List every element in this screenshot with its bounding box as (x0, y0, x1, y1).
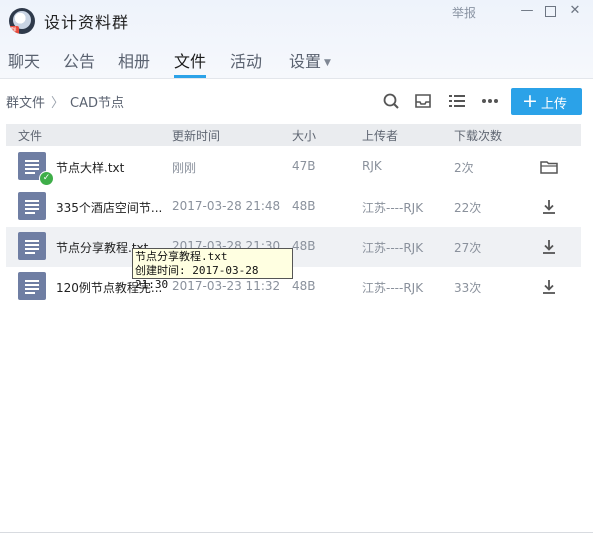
file-time: 2017-03-28 21:48 (172, 199, 281, 213)
tab-announcement[interactable]: 公告 (63, 48, 95, 78)
breadcrumb-separator: 〉 (51, 96, 65, 111)
file-downloads: 33次 (454, 281, 482, 295)
maximize-button[interactable] (541, 3, 559, 19)
header-time[interactable]: 更新时间 (172, 127, 220, 144)
breadcrumb-current: CAD节点 (70, 96, 125, 111)
close-button[interactable]: ✕ (566, 3, 584, 19)
header-name[interactable]: 文件 (18, 127, 42, 144)
tab-label: 设置 (289, 52, 322, 71)
download-icon[interactable] (540, 238, 558, 256)
file-tooltip: 节点分享教程.txt 创建时间: 2017-03-28 21:30 (132, 248, 293, 291)
file-downloads: 27次 (454, 241, 482, 255)
tab-settings[interactable]: 设置 ▼ (289, 48, 331, 78)
table-row[interactable]: 节点分享教程.txt 2017-03-28 21:30 48B 江苏----RJ… (6, 227, 581, 267)
header-downloads[interactable]: 下载次数 (454, 127, 502, 144)
tab-label: 活动 (230, 52, 263, 71)
file-size: 48B (292, 239, 316, 253)
list-view-icon[interactable] (447, 91, 467, 111)
group-badge: 群 (9, 26, 19, 34)
header-size[interactable]: 大小 (292, 127, 316, 144)
download-icon[interactable] (540, 198, 558, 216)
text-file-icon (18, 192, 46, 220)
header-uploader[interactable]: 上传者 (362, 127, 398, 144)
file-uploader: 江苏----RJK (362, 241, 424, 255)
file-name[interactable]: 335个酒店空间节... (56, 199, 162, 216)
group-avatar[interactable]: 群 (9, 8, 35, 34)
file-time: 刚刚 (172, 161, 197, 175)
plus-icon: + (522, 90, 538, 112)
file-size: 47B (292, 159, 316, 173)
file-downloads: 2次 (454, 161, 474, 175)
table-row[interactable]: ✓ 节点大样.txt 刚刚 47B RJK 2次 (6, 147, 581, 187)
more-icon[interactable] (480, 91, 500, 111)
tab-label: 公告 (63, 52, 96, 71)
minimize-button[interactable]: — (518, 3, 536, 19)
bottom-divider (0, 532, 593, 533)
inbox-icon[interactable] (413, 91, 433, 111)
report-link[interactable]: 举报 (452, 4, 476, 21)
file-size: 48B (292, 199, 316, 213)
tooltip-created-time: 创建时间: 2017-03-28 21:30 (135, 264, 259, 291)
upload-button[interactable]: + 上传 (511, 88, 582, 115)
tooltip-filename: 节点分享教程.txt (135, 250, 228, 263)
tab-label: 文件 (174, 52, 207, 71)
folder-icon[interactable] (540, 158, 558, 176)
breadcrumb: 群文件〉 CAD节点 (6, 92, 124, 111)
search-icon[interactable] (381, 91, 401, 111)
upload-label: 上传 (541, 97, 568, 112)
upload-success-icon: ✓ (39, 171, 54, 186)
tab-chat[interactable]: 聊天 (8, 48, 40, 78)
text-file-icon (18, 272, 46, 300)
file-uploader: 江苏----RJK (362, 201, 424, 215)
caret-down-icon: ▼ (324, 58, 331, 68)
file-uploader: RJK (362, 159, 382, 173)
download-icon[interactable] (540, 278, 558, 296)
tab-album[interactable]: 相册 (118, 48, 150, 78)
title-bar: 群 设计资料群 举报 — ✕ 聊天 公告 相册 文件 活动 设置 ▼ (0, 0, 593, 79)
file-size: 48B (292, 279, 316, 293)
group-title: 设计资料群 (44, 13, 130, 32)
breadcrumb-root[interactable]: 群文件 (6, 96, 45, 111)
table-row[interactable]: 120例节点教程完... 2017-03-23 11:32 48B 江苏----… (6, 267, 581, 307)
maximize-icon (544, 6, 556, 17)
file-name[interactable]: 节点大样.txt (56, 159, 124, 176)
file-uploader: 江苏----RJK (362, 281, 424, 295)
tab-files[interactable]: 文件 (174, 48, 207, 78)
text-file-icon (18, 232, 46, 260)
table-row[interactable]: 335个酒店空间节... 2017-03-28 21:48 48B 江苏----… (6, 187, 581, 227)
tab-label: 相册 (118, 52, 151, 71)
file-downloads: 22次 (454, 201, 482, 215)
tab-activity[interactable]: 活动 (230, 48, 262, 78)
tab-label: 聊天 (8, 52, 41, 71)
tab-bar: 聊天 公告 相册 文件 活动 设置 ▼ (0, 44, 593, 78)
table-header: 文件 更新时间 大小 上传者 下载次数 (6, 124, 581, 146)
